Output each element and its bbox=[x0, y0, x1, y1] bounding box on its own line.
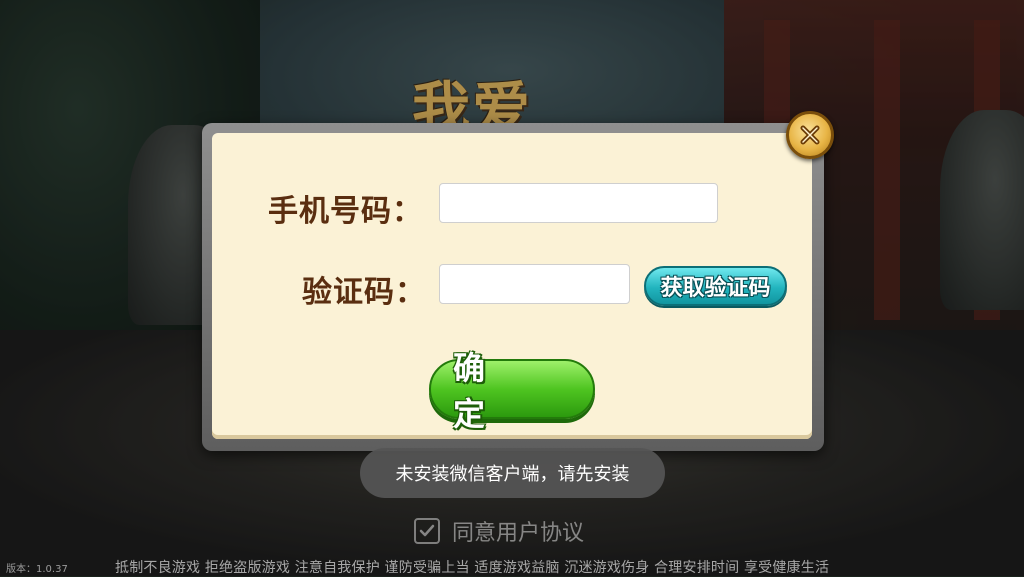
health-gaming-notice: 抵制不良游戏 拒绝盗版游戏 注意自我保护 谨防受骗上当 适度游戏益脑 沉迷游戏伤… bbox=[115, 560, 830, 576]
close-dialog-button[interactable] bbox=[786, 111, 834, 159]
verification-code-input[interactable] bbox=[439, 264, 630, 304]
checkmark-icon bbox=[419, 524, 435, 537]
verification-code-label: 验证码： bbox=[302, 275, 426, 310]
user-agreement-row[interactable]: 同意用户协议 bbox=[414, 516, 584, 546]
close-x-icon bbox=[800, 125, 820, 145]
toast-message: 未安装微信客户端，请先安装 bbox=[360, 448, 665, 498]
phone-number-input[interactable] bbox=[439, 183, 718, 223]
confirm-button[interactable]: 确 定 bbox=[429, 349, 595, 433]
agreement-checkbox[interactable] bbox=[414, 518, 440, 544]
phone-label: 手机号码： bbox=[268, 194, 423, 229]
version-label: 版本：1.0.37 bbox=[6, 564, 68, 575]
get-verification-code-button[interactable]: 获取验证码 bbox=[644, 266, 787, 306]
user-agreement-link[interactable]: 同意用户协议 bbox=[452, 515, 584, 547]
